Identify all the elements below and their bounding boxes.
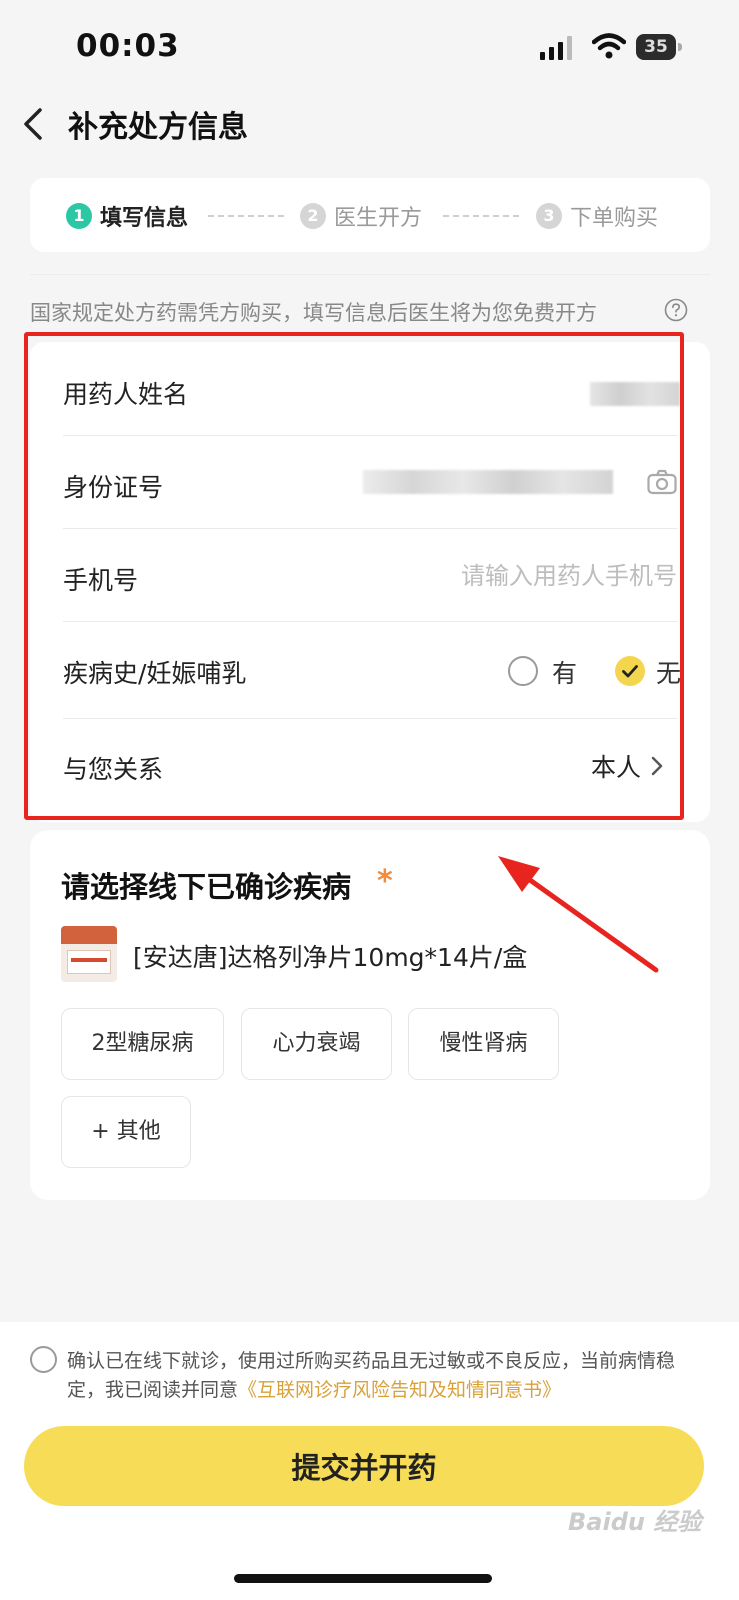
wifi-icon [592,33,626,59]
disease-tag-other[interactable]: + 其他 [61,1096,191,1168]
step-2-number: 2 [300,203,326,229]
steps-card: 1 填写信息 2 医生开方 3 下单购买 [30,178,710,252]
product-name: [安达唐]达格列净片10mg*14片/盒 [133,943,528,972]
page-title: 补充处方信息 [68,110,248,145]
signal-icon [540,36,572,60]
thumb-stripe [71,958,107,962]
disease-tag-kidney[interactable]: 慢性肾病 [408,1008,559,1080]
thumb-box [67,950,111,974]
battery-icon: 35 [636,34,682,60]
battery-tip [678,43,682,51]
help-icon[interactable] [664,298,688,322]
step-3-label: 下单购买 [570,206,659,231]
home-indicator [234,1574,492,1583]
step-2-label: 医生开方 [334,206,423,231]
step-divider [208,215,284,217]
annotation-highlight-box [24,332,684,820]
consent-link[interactable]: 《互联网诊疗风险告知及知情同意书》 [238,1379,561,1401]
prescription-notice: 国家规定处方药需凭方购买，填写信息后医生将为您免费开方 [30,301,597,325]
disease-tag-heart-failure[interactable]: 心力衰竭 [241,1008,392,1080]
status-time: 00:03 [76,28,180,64]
back-arrow-icon[interactable] [18,104,48,144]
step-divider [443,215,519,217]
divider [30,274,710,275]
agreement-text: 确认已在线下就诊，使用过所购买药品且无过敏或不良反应，当前病情稳定，我已阅读并同… [67,1347,707,1405]
required-mark: * [377,864,393,899]
submit-button[interactable]: 提交并开药 [24,1426,704,1506]
step-1-number: 1 [66,203,92,229]
step-1-label: 填写信息 [100,206,189,231]
baidu-watermark: Baidu 经验 [568,1508,702,1536]
agreement-checkbox[interactable] [30,1346,57,1373]
thumb-band [61,926,117,944]
battery-level: 35 [636,34,676,60]
step-3-number: 3 [536,203,562,229]
product-thumbnail [61,926,117,982]
disease-section-title: 请选择线下已确诊疾病 [61,870,352,904]
disease-tag-diabetes[interactable]: 2型糖尿病 [61,1008,224,1080]
annotation-arrow-icon [498,856,659,973]
